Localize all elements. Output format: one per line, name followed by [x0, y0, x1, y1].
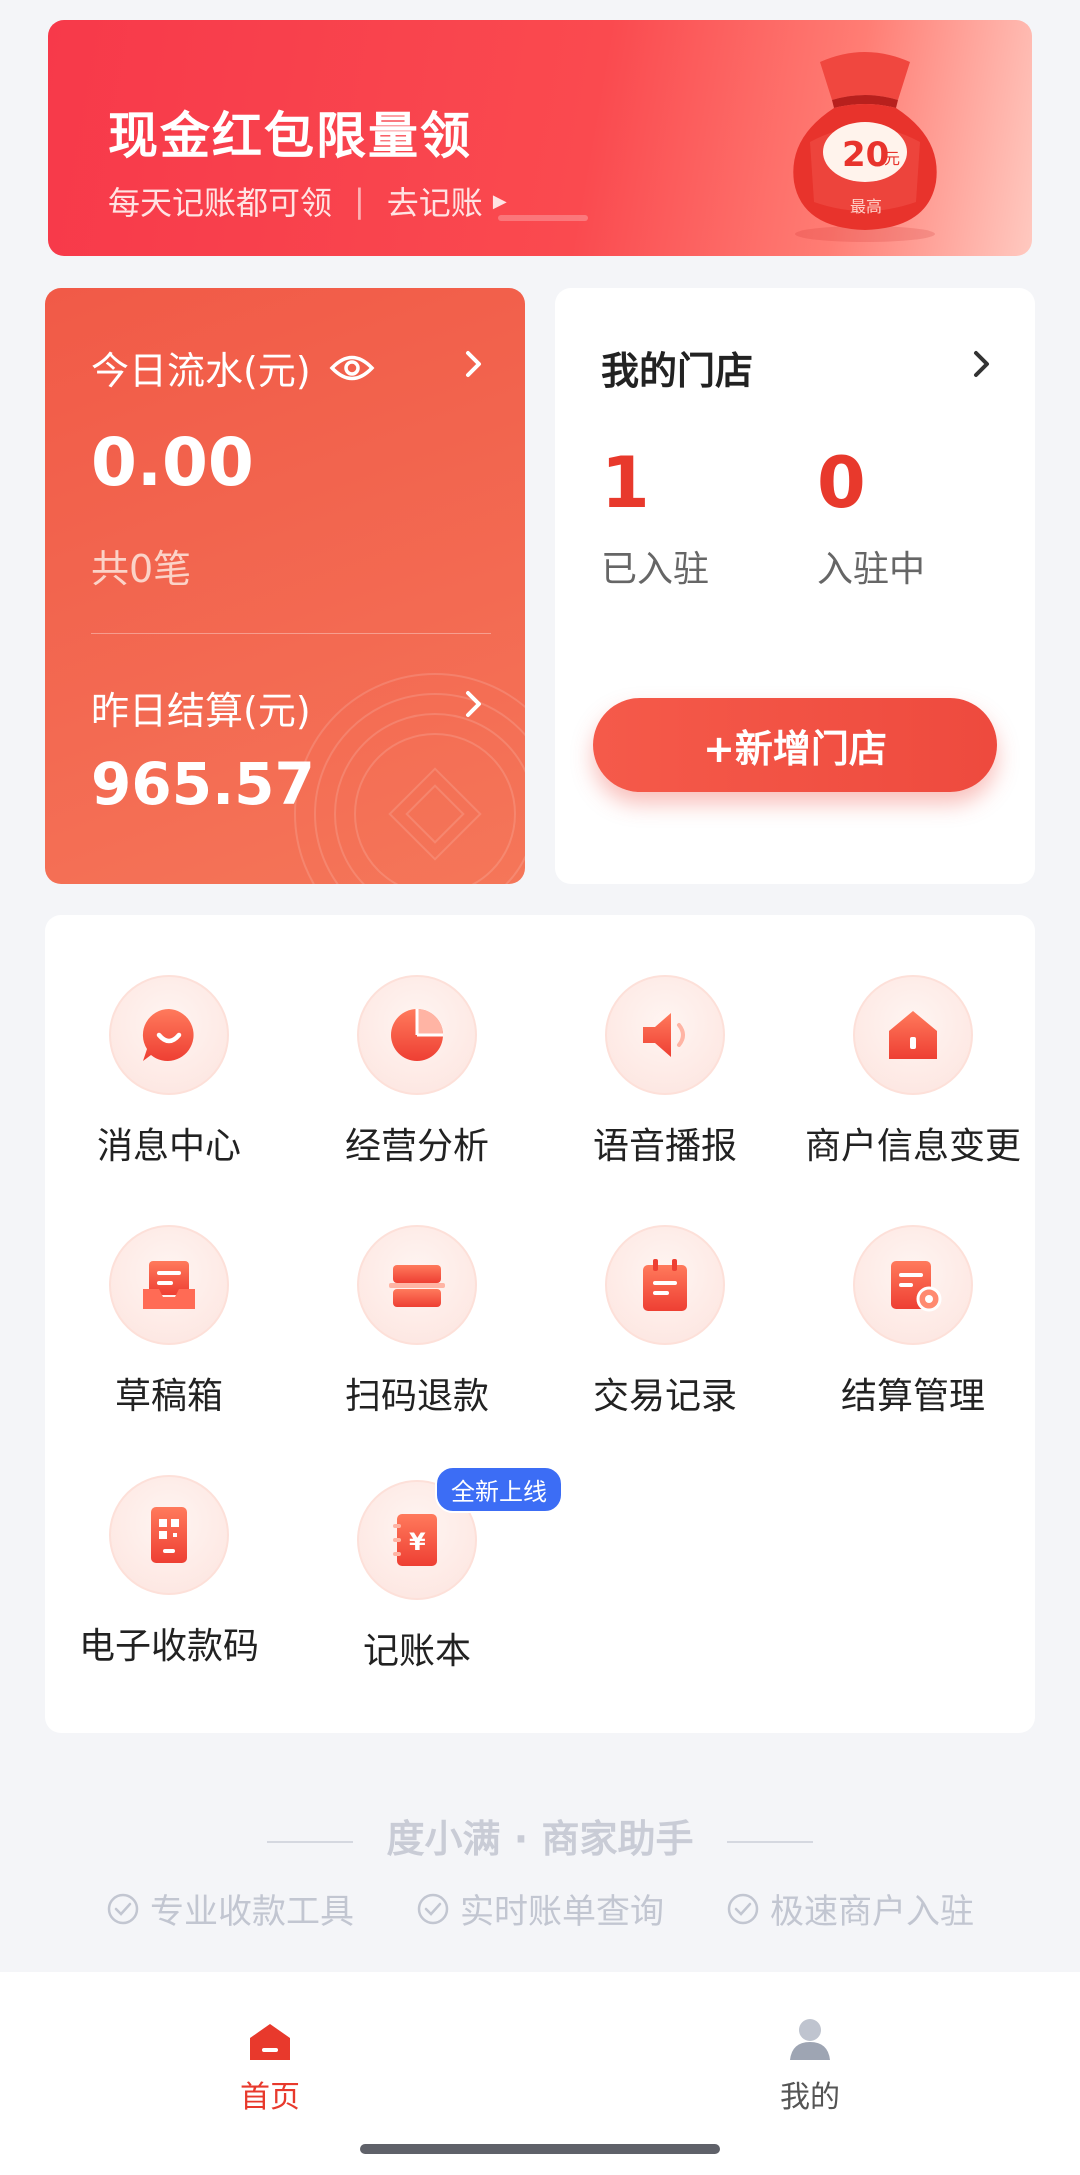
today-flow-title: 今日流水(元): [91, 349, 311, 393]
my-stores-card[interactable]: 我的门店 1 已入驻 0 入驻中 +新增门店: [555, 288, 1035, 884]
grid-item-label: 商户信息变更: [804, 1126, 1021, 1167]
feature-item: 极速商户入驻: [726, 1884, 974, 1933]
grid-item-e-payment-code[interactable]: 电子收款码: [45, 1475, 293, 1669]
eye-icon[interactable]: [329, 353, 375, 383]
pending-stat[interactable]: 0 入驻中: [817, 448, 925, 592]
banner-amount: 20: [842, 135, 889, 175]
draft-box-icon: [109, 1225, 229, 1345]
calendar-note-icon: [605, 1225, 725, 1345]
feature-list: 专业收款工具 实时账单查询 极速商户入驻: [0, 1884, 1080, 1933]
scan-refund-icon: [357, 1225, 477, 1345]
grid-item-settlement-management[interactable]: 结算管理: [789, 1225, 1037, 1419]
brand-slogan: 度小满 · 商家助手: [0, 1808, 1080, 1863]
grid-item-label: 电子收款码: [78, 1626, 259, 1667]
check-circle-icon: [417, 1893, 449, 1924]
banner-subtitle: 每天记账都可领: [108, 184, 333, 222]
settled-count: 1: [601, 442, 650, 524]
my-stores-title: 我的门店: [601, 349, 754, 393]
banner-decoration: [498, 215, 588, 221]
decor-circles: [294, 673, 525, 884]
settlement-doc-icon: [853, 1225, 973, 1345]
money-bag-icon: 20 元 最高: [793, 52, 937, 242]
today-flow-count: 共0笔: [91, 547, 192, 591]
settled-stat[interactable]: 1 已入驻: [601, 448, 709, 592]
pending-count: 0: [817, 442, 866, 524]
chevron-right-icon[interactable]: [973, 350, 991, 378]
grid-item-draft-box[interactable]: 草稿箱: [45, 1225, 293, 1419]
grid-item-ledger[interactable]: ¥ 全新上线 记账本: [293, 1466, 563, 1674]
qr-code-icon: [109, 1475, 229, 1595]
feature-label: 实时账单查询: [460, 1892, 664, 1932]
feature-label: 专业收款工具: [150, 1892, 354, 1932]
banner-link[interactable]: 去记账: [387, 178, 483, 224]
speaker-icon: [605, 975, 725, 1095]
tab-me[interactable]: 我的: [710, 2002, 910, 2116]
user-icon: [790, 2019, 830, 2060]
pending-label: 入驻中: [817, 549, 926, 590]
grid-item-merchant-info-change[interactable]: 商户信息变更: [789, 975, 1037, 1169]
feature-item: 专业收款工具: [106, 1884, 354, 1933]
chevron-right-icon[interactable]: [465, 690, 483, 718]
svg-text:¥: ¥: [409, 1528, 426, 1556]
tab-home-label: 首页: [240, 2080, 300, 2115]
grid-item-label: 经营分析: [344, 1126, 489, 1167]
new-badge: 全新上线: [435, 1466, 563, 1513]
add-store-button[interactable]: +新增门店: [593, 698, 997, 792]
function-grid: 消息中心 经营分析 语音播报 商户信息变更 草稿箱 扫码退款 交易记录 结算管理…: [45, 915, 1035, 1733]
promo-banner[interactable]: 现金红包限量领 每天记账都可领 | 去记账 ▶ 20 元 最高: [48, 20, 1032, 256]
grid-item-label: 消息中心: [96, 1126, 241, 1167]
today-flow-amount: 0.00: [91, 424, 254, 501]
chevron-right-icon[interactable]: [465, 350, 483, 378]
banner-separator: |: [354, 182, 365, 220]
grid-item-label: 记账本: [362, 1631, 471, 1672]
yesterday-settlement-title[interactable]: 昨日结算(元): [91, 680, 311, 735]
grid-item-voice-broadcast[interactable]: 语音播报: [541, 975, 789, 1169]
brand-text: 度小满 · 商家助手: [386, 1817, 694, 1861]
today-flow-card[interactable]: 今日流水(元) 0.00 共0笔 昨日结算(元) 965.57: [45, 288, 525, 884]
grid-item-scan-refund[interactable]: 扫码退款: [293, 1225, 541, 1419]
grid-item-message-center[interactable]: 消息中心: [45, 975, 293, 1169]
today-flow-title-row: 今日流水(元): [91, 340, 375, 395]
banner-tag: 最高: [850, 197, 882, 216]
yesterday-settlement-amount: 965.57: [91, 750, 315, 818]
grid-item-transaction-records[interactable]: 交易记录: [541, 1225, 789, 1419]
banner-amount-unit: 元: [884, 149, 900, 168]
feature-item: 实时账单查询: [416, 1884, 664, 1933]
banner-title: 现金红包限量领: [108, 107, 472, 165]
grid-item-label: 草稿箱: [114, 1376, 223, 1417]
banner-subtitle-row: 每天记账都可领 | 去记账 ▶: [108, 178, 507, 224]
tab-home[interactable]: 首页: [170, 2002, 370, 2116]
home-indicator: [360, 2144, 720, 2154]
divider: [91, 633, 491, 634]
pie-chart-icon: [357, 975, 477, 1095]
check-circle-icon: [107, 1893, 139, 1924]
grid-item-label: 结算管理: [840, 1376, 985, 1417]
feature-label: 极速商户入驻: [770, 1892, 974, 1932]
grid-item-label: 交易记录: [592, 1376, 737, 1417]
grid-item-label: 语音播报: [592, 1126, 737, 1167]
grid-item-label: 扫码退款: [344, 1376, 489, 1417]
settled-label: 已入驻: [601, 549, 710, 590]
play-arrow-icon: ▶: [492, 190, 507, 212]
check-circle-icon: [727, 1893, 759, 1924]
home-icon: [250, 2024, 290, 2060]
message-icon: [109, 975, 229, 1095]
house-icon: [853, 975, 973, 1095]
grid-item-business-analysis[interactable]: 经营分析: [293, 975, 541, 1169]
tab-me-label: 我的: [780, 2080, 840, 2115]
